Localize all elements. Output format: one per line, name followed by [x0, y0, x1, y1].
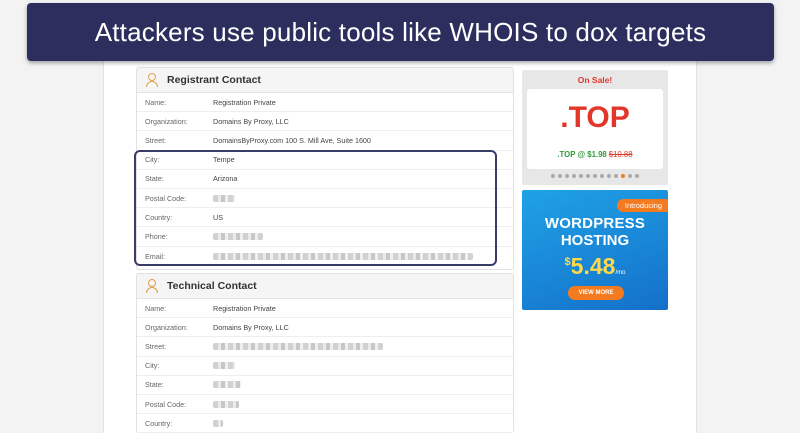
view-more-button[interactable]: VIEW MORE	[568, 286, 624, 300]
top-domain-sale-ad[interactable]: On Sale! .TOP .TOP @ $1.98 $10.88	[522, 70, 668, 185]
carousel-dot[interactable]	[579, 174, 583, 178]
redacted-value	[213, 342, 383, 350]
registrant-row-street: Street: DomainsByProxy.com 100 S. Mill Av…	[137, 131, 513, 151]
carousel-dot[interactable]	[572, 174, 576, 178]
registrant-row-organization: Organization: Domains By Proxy, LLC	[137, 112, 513, 132]
carousel-dot[interactable]	[628, 174, 632, 178]
registrant-contact-title: Registrant Contact	[167, 74, 261, 86]
hosting-price: $5.48/mo	[564, 253, 626, 279]
technical-row-state: State:	[137, 376, 513, 395]
carousel-dot-active[interactable]	[621, 174, 625, 178]
carousel-dots[interactable]	[522, 174, 668, 178]
technical-row-postal-code: Postal Code:	[137, 395, 513, 415]
tld-name: .TOP	[560, 101, 630, 134]
carousel-dot[interactable]	[607, 174, 611, 178]
technical-row-name: Name: Registration Private	[137, 299, 513, 319]
carousel-dot[interactable]	[593, 174, 597, 178]
redacted-value	[213, 381, 241, 389]
tld-price: .TOP @ $1.98 $10.88	[557, 150, 633, 159]
technical-row-city: City:	[137, 357, 513, 376]
carousel-dot[interactable]	[558, 174, 562, 178]
carousel-dot[interactable]	[565, 174, 569, 178]
wordpress-title: WORDPRESS	[544, 215, 646, 232]
technical-contact-header: Technical Contact	[137, 274, 513, 299]
technical-row-organization: Organization: Domains By Proxy, LLC	[137, 318, 513, 338]
highlight-box	[134, 150, 497, 266]
carousel-dot[interactable]	[551, 174, 555, 178]
carousel-dot[interactable]	[614, 174, 618, 178]
registrant-contact-header: Registrant Contact	[137, 68, 513, 93]
introducing-badge: Introducing	[616, 199, 668, 212]
hosting-title: HOSTING	[560, 232, 630, 249]
sale-ad-panel: .TOP .TOP @ $1.98 $10.88	[527, 89, 663, 169]
caption-title: Attackers use public tools like WHOIS to…	[94, 16, 707, 47]
caption-banner: Attackers use public tools like WHOIS to…	[27, 3, 774, 61]
technical-row-country: Country:	[137, 414, 513, 433]
wordpress-hosting-ad[interactable]: Introducing WORDPRESS HOSTING $5.48/mo V…	[522, 190, 668, 310]
on-sale-label: On Sale!	[577, 75, 613, 85]
carousel-dot[interactable]	[586, 174, 590, 178]
redacted-value	[213, 419, 223, 427]
carousel-dot[interactable]	[600, 174, 604, 178]
registrant-row-name: Name: Registration Private	[137, 93, 513, 113]
old-price: $10.88	[608, 150, 633, 159]
technical-row-street: Street:	[137, 337, 513, 357]
technical-person-icon	[145, 279, 159, 293]
redacted-value	[213, 362, 235, 370]
technical-contact-title: Technical Contact	[167, 280, 257, 292]
carousel-dot[interactable]	[635, 174, 639, 178]
person-icon	[145, 73, 159, 87]
technical-contact-card: Technical Contact Name: Registration Priv…	[136, 273, 514, 433]
redacted-value	[213, 400, 239, 408]
